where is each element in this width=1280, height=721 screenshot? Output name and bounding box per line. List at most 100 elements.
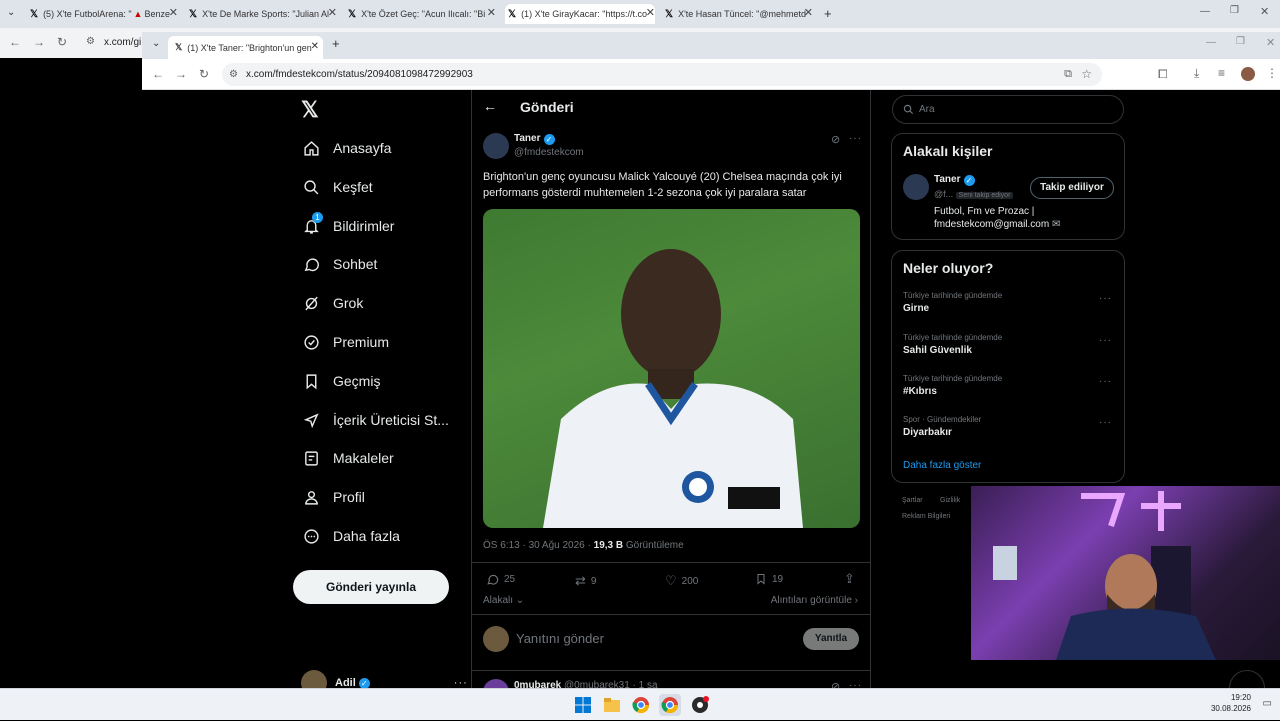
- x-logo-icon[interactable]: 𝕏: [301, 97, 319, 123]
- close-icon[interactable]: ✕: [328, 6, 337, 19]
- more-icon[interactable]: ···: [849, 680, 862, 688]
- view-count: 19,3 B: [593, 540, 624, 551]
- view-quotes-link[interactable]: Alıntıları görüntüle ›: [771, 595, 858, 606]
- account-switcher[interactable]: Adil ✓ ···: [301, 670, 468, 688]
- windows-start-icon[interactable]: [572, 694, 594, 716]
- file-explorer-icon[interactable]: [601, 694, 623, 716]
- install-icon[interactable]: ⧉: [1064, 63, 1072, 86]
- nav-creator-studio[interactable]: İçerik Üreticisi St...: [302, 405, 449, 435]
- outer-tab-4[interactable]: 𝕏 (1) X'te GirayKacar: "https://t.co ✕: [505, 4, 655, 24]
- close-icon[interactable]: ✕: [487, 6, 496, 19]
- more-icon[interactable]: ···: [1099, 417, 1112, 428]
- site-info-icon[interactable]: ⚙: [86, 36, 95, 47]
- share-icon[interactable]: ⇪: [844, 571, 855, 587]
- reply-action[interactable]: 25: [486, 573, 515, 586]
- like-action[interactable]: ♡ 200: [665, 573, 698, 589]
- show-more-link[interactable]: Daha fazla göster: [903, 460, 981, 471]
- reply-button[interactable]: Yanıtla: [803, 628, 859, 650]
- back-icon[interactable]: ←: [9, 35, 21, 49]
- grok-explain-icon[interactable]: ⊘: [831, 133, 840, 146]
- footer-link[interactable]: Reklam Bilgileri: [902, 513, 950, 520]
- reload-icon[interactable]: ↻: [57, 35, 67, 49]
- close-icon[interactable]: ✕: [646, 6, 655, 19]
- profile-avatar[interactable]: [1241, 67, 1255, 81]
- footer-link[interactable]: Gizlilik: [940, 497, 960, 504]
- outer-tab-1[interactable]: 𝕏 (5) X'te FutbolArena: " ▲ Benze ✕: [30, 4, 178, 24]
- account-name: Adil: [335, 677, 356, 688]
- window-close-icon[interactable]: ✕: [1266, 36, 1275, 49]
- chat-fab[interactable]: [1229, 670, 1265, 688]
- url-field[interactable]: ⚙ x.com/fmdestekcom/status/2094081098472…: [222, 63, 1102, 86]
- search-input[interactable]: Ara: [892, 95, 1124, 124]
- relevance-dropdown[interactable]: Alakalı ⌄: [483, 595, 524, 606]
- minimize-icon[interactable]: —: [1200, 6, 1210, 17]
- repost-action[interactable]: ⇄ 9: [575, 573, 596, 589]
- close-icon[interactable]: ✕: [169, 6, 178, 19]
- back-icon[interactable]: ←: [152, 67, 164, 81]
- nav-explore[interactable]: Keşfet: [302, 172, 373, 202]
- bookmark-action[interactable]: 19: [755, 573, 783, 585]
- trend-item[interactable]: Türkiye tarihinde gündemde Girne: [903, 291, 1002, 314]
- nav-premium[interactable]: Premium: [302, 327, 389, 357]
- nav-home[interactable]: Anasayfa: [302, 133, 391, 163]
- avatar[interactable]: [903, 174, 929, 200]
- restore-icon[interactable]: ❐: [1230, 5, 1239, 16]
- bell-icon: 1: [302, 212, 323, 235]
- following-button[interactable]: Takip ediliyor: [1030, 177, 1114, 199]
- nav-profile[interactable]: Profil: [302, 482, 365, 512]
- post-image[interactable]: [483, 209, 860, 528]
- grok-explain-icon[interactable]: ⊘: [831, 680, 840, 688]
- extensions-icon[interactable]: ⧠: [1158, 67, 1168, 82]
- tab-search-icon[interactable]: ⌄: [152, 38, 160, 49]
- more-icon[interactable]: ···: [1099, 335, 1112, 346]
- inner-tab-active[interactable]: 𝕏 (1) X'te Taner: "Brighton'un gen ✕: [168, 36, 323, 59]
- media-icon[interactable]: ≡: [1218, 66, 1225, 80]
- menu-icon[interactable]: ⋮: [1266, 66, 1278, 80]
- author-avatar[interactable]: [483, 133, 509, 159]
- trend-item[interactable]: Türkiye tarihinde gündemde Sahil Güvenli…: [903, 333, 1002, 356]
- x-logo-icon: 𝕏: [30, 8, 39, 20]
- more-icon[interactable]: ···: [849, 133, 862, 144]
- nav-chat[interactable]: Sohbet: [302, 249, 377, 279]
- nav-more[interactable]: Daha fazla: [302, 521, 400, 551]
- obs-icon[interactable]: [689, 694, 711, 716]
- more-icon[interactable]: ···: [1099, 376, 1112, 387]
- nav-bookmarks[interactable]: Geçmiş: [302, 366, 380, 396]
- forward-icon[interactable]: →: [33, 35, 45, 49]
- tab-search-icon[interactable]: ⌄: [7, 7, 15, 18]
- site-info-icon[interactable]: ⚙: [229, 63, 238, 86]
- window-close-icon[interactable]: ✕: [1260, 5, 1269, 18]
- trend-item[interactable]: Spor · Gündemdekiler Diyarbakır: [903, 415, 981, 438]
- chrome-icon[interactable]: [630, 694, 652, 716]
- new-tab-icon[interactable]: +: [824, 6, 832, 21]
- related-handle-row: @f... Seni takip ediyor: [934, 189, 1014, 199]
- post-button[interactable]: Gönderi yayınla: [293, 570, 449, 604]
- chrome-active-icon[interactable]: [659, 694, 681, 716]
- reply-input[interactable]: Yanıtını gönder: [516, 631, 604, 646]
- close-icon[interactable]: ✕: [311, 41, 319, 52]
- author-block[interactable]: Taner ✓ @fmdestekcom: [514, 133, 584, 158]
- outer-tab-3[interactable]: 𝕏 X'te Özet Geç: "Acun Ilıcalı: "Bi ✕: [348, 4, 496, 24]
- footer-link[interactable]: Şartlar: [902, 497, 923, 504]
- back-arrow-icon[interactable]: ←: [483, 98, 497, 114]
- reload-icon[interactable]: ↻: [199, 67, 209, 81]
- outer-tab-5[interactable]: 𝕏 X'te Hasan Tüncel: "@mehmetd ✕: [665, 4, 813, 24]
- forward-icon[interactable]: →: [175, 67, 187, 81]
- new-tab-icon[interactable]: +: [332, 36, 340, 51]
- next-reply-header[interactable]: 0mubarek @0mubarek31 · 1 sa: [514, 680, 658, 688]
- download-icon[interactable]: ⤓: [1194, 66, 1199, 81]
- close-icon[interactable]: ✕: [804, 6, 813, 19]
- nav-grok[interactable]: Grok: [302, 288, 363, 318]
- minimize-icon[interactable]: —: [1206, 37, 1216, 48]
- star-icon[interactable]: ☆: [1081, 63, 1092, 86]
- nav-notifications[interactable]: 1 Bildirimler: [302, 211, 394, 241]
- nav-articles[interactable]: Makaleler: [302, 443, 394, 473]
- trend-item[interactable]: Türkiye tarihinde gündemde #Kıbrıs: [903, 374, 1002, 397]
- clock[interactable]: 19:20 30.08.2026: [1211, 692, 1251, 714]
- more-icon[interactable]: ···: [1099, 293, 1112, 304]
- outer-url[interactable]: x.com/gi: [104, 37, 141, 48]
- outer-tab-2[interactable]: 𝕏 X'te De Marke Sports: "Julian Al ✕: [189, 4, 337, 24]
- restore-icon[interactable]: ❐: [1236, 36, 1245, 47]
- related-user[interactable]: Taner ✓ @f... Seni takip ediyor: [934, 174, 1014, 199]
- notification-center-icon[interactable]: ▭: [1263, 698, 1272, 709]
